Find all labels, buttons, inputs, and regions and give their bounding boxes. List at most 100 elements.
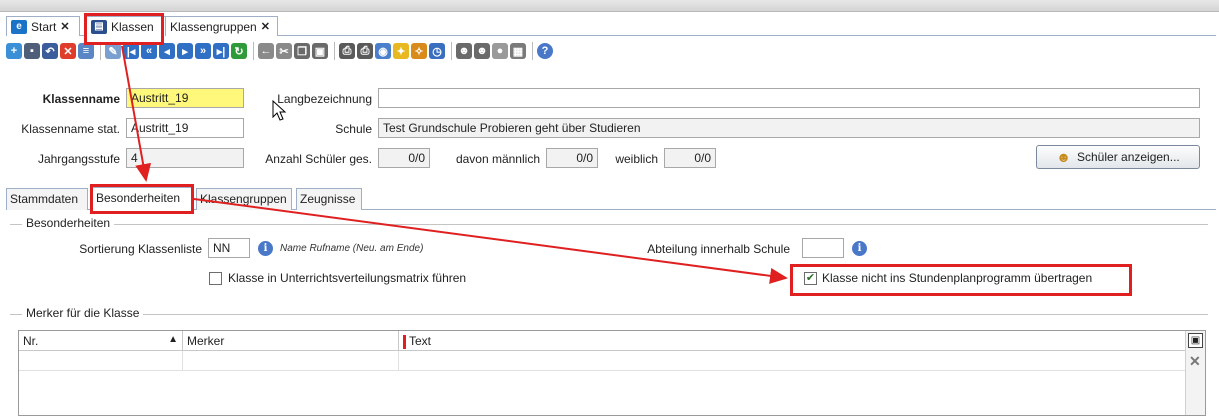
window-top-strip	[0, 0, 1219, 12]
anzahl-schueler-field: 0/0	[378, 148, 430, 168]
cell-text[interactable]	[399, 351, 1185, 371]
last-icon[interactable]: ▸|	[213, 43, 229, 59]
abteilung-label: Abteilung innerhalb Schule	[647, 242, 790, 256]
tab-klassen-label: Klassen	[111, 19, 154, 34]
save-icon[interactable]: ▪	[24, 43, 40, 59]
merker-grid: Nr. ▲ Merker Text ▣ ✕	[18, 330, 1206, 416]
paste-icon[interactable]: ▣	[312, 43, 328, 59]
sortierung-input[interactable]: NN	[208, 238, 250, 258]
print-icon[interactable]: ⎙	[339, 43, 355, 59]
cell-nr[interactable]	[19, 351, 183, 371]
fast-back-icon[interactable]: «	[141, 43, 157, 59]
tab-besonderheiten[interactable]: Besonderheiten	[92, 187, 194, 210]
show-students-label: Schüler anzeigen...	[1077, 150, 1180, 164]
toolbar-separator	[532, 42, 533, 60]
grid-header: Nr. ▲ Merker Text	[19, 331, 1185, 351]
merker-group-title: Merker für die Klasse	[22, 306, 144, 320]
sort-asc-icon: ▲	[168, 334, 178, 345]
first-icon[interactable]: |◂	[123, 43, 139, 59]
toolbar: + ▪ ↶ ✕ ≡ ✎ |◂ « ◂ ▸ » ▸| ↻ ← ✂ ❐ ▣ ⎙ ⎙ …	[6, 38, 1216, 64]
edit-icon[interactable]: ✎	[105, 43, 121, 59]
refresh-icon[interactable]: ↻	[231, 43, 247, 59]
uvmatrix-label: Klasse in Unterrichtsverteilungsmatrix f…	[228, 271, 467, 285]
schule-field: Test Grundschule Probieren geht über Stu…	[378, 118, 1200, 138]
copy-icon[interactable]: ❐	[294, 43, 310, 59]
klassenname-label: Klassenname	[42, 92, 120, 106]
list-icon[interactable]: ≡	[78, 43, 94, 59]
show-students-button[interactable]: ☻ Schüler anzeigen...	[1036, 145, 1200, 169]
close-icon[interactable]: ✕	[261, 20, 270, 33]
main-tab-bar: e Start ✕ ▤ Klassen Klassengruppen ✕	[6, 14, 1216, 36]
tab-zeugnisse[interactable]: Zeugnisse	[296, 188, 362, 210]
toolbar-separator	[451, 42, 452, 60]
forward-icon[interactable]: ▸	[177, 43, 193, 59]
bulb-icon[interactable]: ✦	[393, 43, 409, 59]
stundenplan-label: Klasse nicht ins Stundenplanprogramm übe…	[822, 271, 1093, 285]
info-icon[interactable]: i	[852, 241, 867, 256]
column-chooser-icon[interactable]: ▣	[1188, 333, 1203, 348]
toolbar-separator	[253, 42, 254, 60]
column-text[interactable]: Text	[399, 331, 1185, 351]
weiblich-field: 0/0	[664, 148, 716, 168]
abteilung-input[interactable]	[802, 238, 844, 258]
required-marker	[403, 334, 406, 349]
close-icon[interactable]: ✕	[60, 20, 69, 33]
class-header-form: Klassenname Austritt_19 Langbezeichnung …	[6, 64, 1216, 180]
tab-klassengruppen-label: Klassengruppen	[170, 19, 257, 34]
tab-klassen[interactable]: ▤ Klassen	[86, 16, 166, 36]
info-disc-icon[interactable]: ●	[492, 43, 508, 59]
timer-icon[interactable]: ◷	[429, 43, 445, 59]
help-icon[interactable]: ?	[537, 43, 553, 59]
info-icon[interactable]: i	[258, 241, 273, 256]
column-nr-label: Nr.	[23, 334, 39, 348]
toolbar-separator	[334, 42, 335, 60]
tab-start-label: Start	[31, 19, 57, 34]
home-e-icon: e	[11, 19, 27, 34]
clear-filter-icon[interactable]: ✕	[1189, 353, 1201, 370]
undo-icon[interactable]: ↶	[42, 43, 58, 59]
print-preview-icon[interactable]: ⎙	[357, 43, 373, 59]
students-icon: ☻	[1056, 149, 1071, 165]
langbezeichnung-label: Langbezeichnung	[277, 92, 372, 106]
weiblich-label: weiblich	[615, 152, 658, 166]
besonderheiten-group	[10, 224, 1208, 225]
maennlich-label: davon männlich	[455, 152, 540, 166]
anzahl-schueler-label: Anzahl Schüler ges.	[265, 152, 372, 166]
sortierung-label: Sortierung Klassenliste	[79, 242, 202, 256]
langbezeichnung-input[interactable]	[378, 88, 1200, 108]
cut-icon[interactable]: ✂	[276, 43, 292, 59]
stundenplan-checkbox[interactable]: ✔	[804, 272, 817, 285]
uvmatrix-checkbox[interactable]	[209, 272, 222, 285]
back-icon[interactable]: ◂	[159, 43, 175, 59]
report-icon[interactable]: ▦	[510, 43, 526, 59]
users2-icon[interactable]: ☻	[474, 43, 490, 59]
app-window: e Start ✕ ▤ Klassen Klassengruppen ✕ + ▪…	[0, 0, 1219, 416]
tab-stammdaten[interactable]: Stammdaten	[6, 188, 88, 210]
view-icon[interactable]: ◉	[375, 43, 391, 59]
class-table-icon: ▤	[91, 19, 107, 34]
klassenname-stat-input[interactable]: Austritt_19	[126, 118, 244, 138]
clean-icon[interactable]: ✧	[411, 43, 427, 59]
jahrgangsstufe-field: 4	[126, 148, 244, 168]
tab-start[interactable]: e Start ✕	[6, 16, 80, 36]
tab-klassengruppen[interactable]: Klassengruppen ✕	[166, 16, 278, 36]
besonderheiten-group-title: Besonderheiten	[22, 216, 115, 230]
klassenname-input[interactable]: Austritt_19	[126, 88, 244, 108]
merker-group	[10, 314, 1208, 315]
users-icon[interactable]: ☻	[456, 43, 472, 59]
column-merker[interactable]: Merker	[183, 331, 399, 351]
fast-forward-icon[interactable]: »	[195, 43, 211, 59]
klassenname-stat-label: Klassenname stat.	[21, 122, 120, 136]
grid-scrollbar[interactable]: ▣ ✕	[1185, 331, 1205, 415]
mouse-cursor-icon	[272, 100, 287, 121]
sortierung-hint: Name Rufname (Neu. am Ende)	[280, 243, 424, 254]
schule-label: Schule	[335, 122, 372, 136]
cell-merker[interactable]	[183, 351, 399, 371]
delete-icon[interactable]: ✕	[60, 43, 76, 59]
tab-klassengruppen-sub[interactable]: Klassengruppen	[196, 188, 292, 210]
new-icon[interactable]: +	[6, 43, 22, 59]
column-nr[interactable]: Nr. ▲	[19, 331, 183, 351]
arrow-left-icon[interactable]: ←	[258, 43, 274, 59]
column-text-label: Text	[409, 334, 432, 348]
table-row[interactable]	[19, 351, 1185, 371]
